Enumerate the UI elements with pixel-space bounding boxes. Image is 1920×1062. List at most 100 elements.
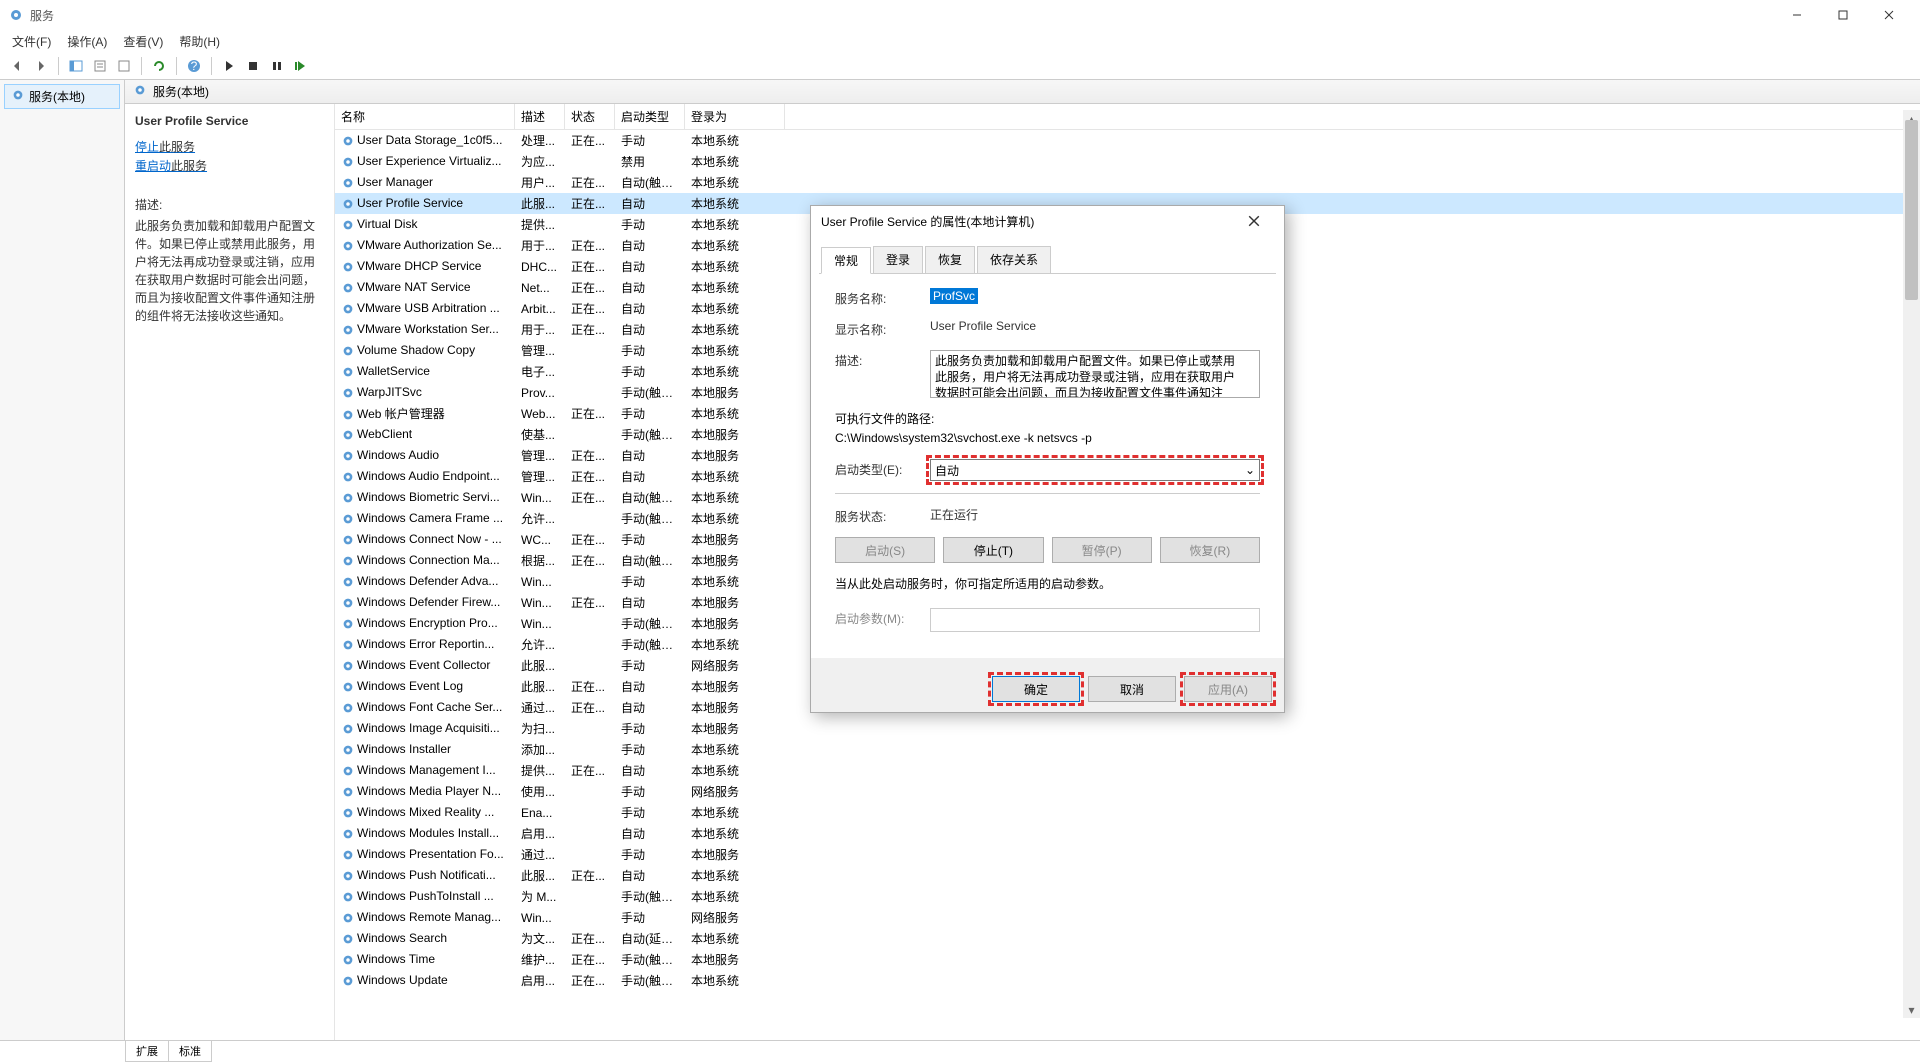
gear-icon [341,512,355,526]
gear-icon [341,743,355,757]
gear-icon [341,701,355,715]
cancel-button[interactable]: 取消 [1088,676,1176,702]
detail-desc-label: 描述: [135,196,324,213]
stop-link[interactable]: 停止此服务 [135,138,324,157]
service-row[interactable]: Windows Management I...提供...正在...自动本地系统 [335,760,1920,781]
ok-button[interactable]: 确定 [992,676,1080,702]
export-button[interactable] [113,55,135,77]
exe-path-value: C:\Windows\system32\svchost.exe -k netsv… [835,431,1260,445]
minimize-button[interactable] [1774,0,1820,30]
menu-view[interactable]: 查看(V) [117,31,169,52]
service-row[interactable]: Windows Image Acquisiti...为扫...手动本地服务 [335,718,1920,739]
gear-icon [341,302,355,316]
gear-icon [341,554,355,568]
gear-icon [341,953,355,967]
service-row[interactable]: User Manager用户...正在...自动(触发...本地系统 [335,172,1920,193]
startup-type-select[interactable]: 自动 ⌄ [930,459,1260,481]
scroll-thumb[interactable] [1905,120,1918,300]
description-textarea[interactable]: 此服务负责加载和卸载用户配置文件。如果已停止或禁用此服务，用户将无法再成功登录或… [930,350,1260,398]
content-header: 服务(本地) [125,80,1920,104]
detail-pane: User Profile Service 停止此服务 重启动此服务 描述: 此服… [125,104,335,1040]
forward-button[interactable] [30,55,52,77]
gear-icon [341,533,355,547]
service-row[interactable]: Windows Installer添加...手动本地系统 [335,739,1920,760]
restart-service-button[interactable] [290,55,312,77]
show-hide-tree-button[interactable] [65,55,87,77]
stop-button[interactable]: 停止(T) [943,537,1043,563]
stop-service-button[interactable] [242,55,264,77]
gear-icon [341,218,355,232]
tab-general[interactable]: 常规 [821,247,871,274]
gear-icon [341,617,355,631]
service-row[interactable]: Windows Update启用...正在...手动(触发...本地系统 [335,970,1920,991]
window-title: 服务 [30,7,54,24]
gear-icon [341,848,355,862]
scroll-down-icon[interactable]: ▾ [1903,1001,1920,1018]
help-button[interactable]: ? [183,55,205,77]
tab-extended[interactable]: 扩展 [125,1041,169,1062]
col-status[interactable]: 状态 [565,104,615,129]
close-button[interactable] [1866,0,1912,30]
dialog-titlebar: User Profile Service 的属性(本地计算机) [811,206,1284,236]
col-logon[interactable]: 登录为 [685,104,785,129]
service-row[interactable]: Windows PushToInstall ...为 M...手动(触发...本… [335,886,1920,907]
service-status-label: 服务状态: [835,506,930,525]
gear-icon [341,386,355,400]
gear-icon [341,239,355,253]
gear-icon [341,869,355,883]
menu-action[interactable]: 操作(A) [61,31,113,52]
tab-dependencies[interactable]: 依存关系 [977,246,1051,273]
vertical-scrollbar[interactable]: ▴ ▾ [1903,110,1920,1018]
tab-logon[interactable]: 登录 [873,246,923,273]
service-row[interactable]: Windows Media Player N...使用...手动网络服务 [335,781,1920,802]
refresh-button[interactable] [148,55,170,77]
start-params-label: 启动参数(M): [835,608,930,627]
dialog-close-button[interactable] [1234,207,1274,235]
service-row[interactable]: User Experience Virtualiz...为应...禁用本地系统 [335,151,1920,172]
restart-link[interactable]: 重启动此服务 [135,157,324,176]
chevron-down-icon: ⌄ [1245,463,1255,477]
col-startup[interactable]: 启动类型 [615,104,685,129]
service-row[interactable]: Windows Presentation Fo...通过...手动本地服务 [335,844,1920,865]
service-row[interactable]: User Data Storage_1c0f5...处理...正在...手动本地… [335,130,1920,151]
gear-icon [341,344,355,358]
dialog-title: User Profile Service 的属性(本地计算机) [821,213,1034,230]
service-row[interactable]: Windows Remote Manag...Win...手动网络服务 [335,907,1920,928]
header-title: 服务(本地) [153,83,209,100]
maximize-button[interactable] [1820,0,1866,30]
gear-icon [341,890,355,904]
gear-icon [341,176,355,190]
menu-file[interactable]: 文件(F) [6,31,57,52]
pause-service-button[interactable] [266,55,288,77]
services-icon [11,88,25,105]
service-row[interactable]: Windows Mixed Reality ...Ena...手动本地系统 [335,802,1920,823]
list-header: 名称 描述 状态 启动类型 登录为 [335,104,1920,130]
gear-icon [341,491,355,505]
gear-icon [341,155,355,169]
nav-services-local[interactable]: 服务(本地) [4,84,120,109]
detail-desc-text: 此服务负责加载和卸载用户配置文件。如果已停止或禁用此服务，用户将无法再成功登录或… [135,217,324,325]
gear-icon [341,323,355,337]
services-icon [8,7,24,23]
startup-type-value: 自动 [935,462,959,479]
apply-button: 应用(A) [1184,676,1272,702]
gear-icon [341,408,355,422]
service-row[interactable]: Windows Modules Install...启用...自动本地系统 [335,823,1920,844]
col-name[interactable]: 名称 [335,104,515,129]
service-row[interactable]: Windows Time维护...正在...手动(触发...本地服务 [335,949,1920,970]
gear-icon [341,806,355,820]
resume-button: 恢复(R) [1160,537,1260,563]
service-row[interactable]: Windows Search为文...正在...自动(延迟...本地系统 [335,928,1920,949]
tab-standard[interactable]: 标准 [168,1041,212,1062]
gear-icon [341,785,355,799]
gear-icon [341,764,355,778]
gear-icon [341,974,355,988]
properties-button[interactable] [89,55,111,77]
menu-help[interactable]: 帮助(H) [173,31,226,52]
tab-recovery[interactable]: 恢复 [925,246,975,273]
back-button[interactable] [6,55,28,77]
gear-icon [341,575,355,589]
service-row[interactable]: Windows Push Notificati...此服...正在...自动本地… [335,865,1920,886]
col-desc[interactable]: 描述 [515,104,565,129]
start-service-button[interactable] [218,55,240,77]
